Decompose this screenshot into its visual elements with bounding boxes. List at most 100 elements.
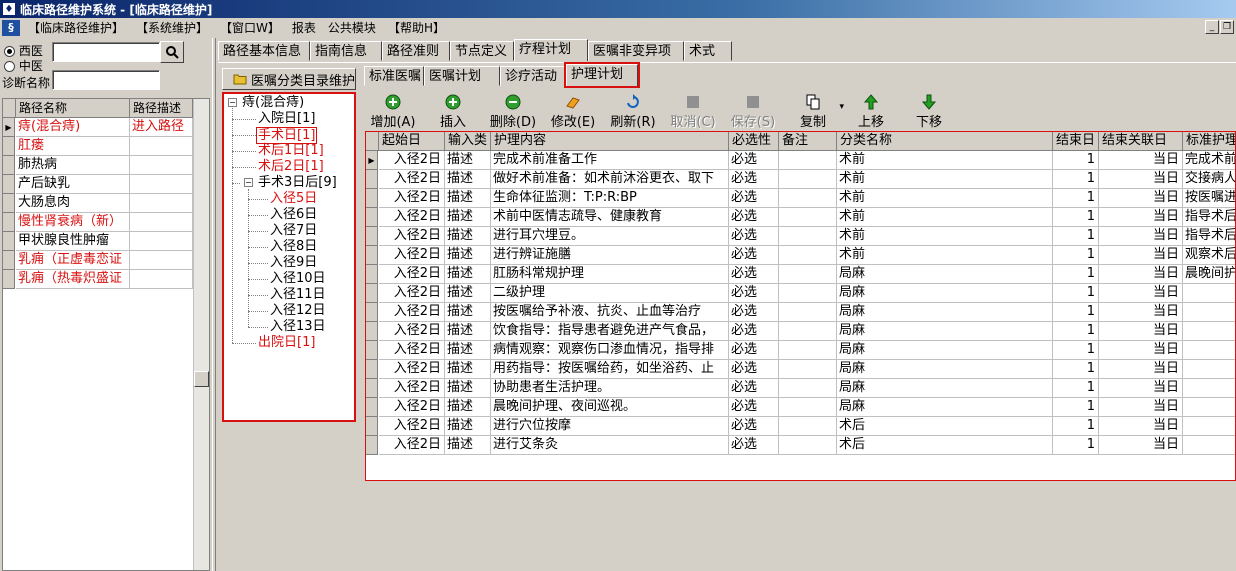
start-day-cell[interactable]: 入径2日 — [379, 246, 445, 265]
tree-node-4-2[interactable]: 入径7日 — [270, 223, 317, 238]
standard-care-cell[interactable] — [1183, 398, 1235, 417]
start-day-cell[interactable]: 入径2日 — [379, 398, 445, 417]
remark-cell[interactable] — [779, 360, 837, 379]
row-indicator[interactable] — [366, 341, 378, 360]
end-day-cell[interactable]: 1 — [1053, 436, 1099, 455]
sub-tab-3[interactable]: 护理计划 — [564, 62, 640, 88]
path-desc-cell[interactable] — [130, 251, 193, 270]
input-type-cell[interactable]: 描述 — [445, 360, 491, 379]
tree-collapse-icon[interactable]: − — [228, 98, 237, 107]
row-indicator[interactable] — [366, 227, 378, 246]
toolbar-button-cancel[interactable]: 取消(C) — [666, 92, 720, 130]
diagnosis-input[interactable] — [52, 70, 160, 90]
input-type-cell[interactable]: 描述 — [445, 151, 491, 170]
toolbar-button-edit[interactable]: 修改(E) — [546, 92, 600, 130]
category-cell[interactable]: 局麻 — [837, 360, 1053, 379]
end-related-day-cell[interactable]: 当日 — [1099, 379, 1183, 398]
start-day-cell[interactable]: 入径2日 — [379, 265, 445, 284]
row-indicator[interactable] — [3, 232, 15, 251]
standard-care-cell[interactable]: 按医嘱进 — [1183, 189, 1235, 208]
path-name-cell[interactable]: 肛瘘 — [16, 137, 130, 156]
restore-icon[interactable]: ❐ — [1220, 20, 1234, 34]
row-indicator[interactable] — [366, 170, 378, 189]
row-indicator[interactable] — [366, 398, 378, 417]
end-day-cell[interactable]: 1 — [1053, 417, 1099, 436]
remark-cell[interactable] — [779, 322, 837, 341]
input-type-cell[interactable]: 描述 — [445, 379, 491, 398]
path-desc-cell[interactable] — [130, 270, 193, 289]
start-day-cell[interactable]: 入径2日 — [379, 227, 445, 246]
category-cell[interactable]: 局麻 — [837, 284, 1053, 303]
start-day-cell[interactable]: 入径2日 — [379, 322, 445, 341]
scrollbar-thumb[interactable] — [194, 371, 209, 387]
end-related-day-cell[interactable]: 当日 — [1099, 360, 1183, 379]
input-type-cell[interactable]: 描述 — [445, 227, 491, 246]
required-cell[interactable]: 必选 — [729, 151, 779, 170]
path-name-cell[interactable]: 甲状腺良性肿瘤 — [16, 232, 130, 251]
end-related-day-cell[interactable]: 当日 — [1099, 341, 1183, 360]
path-name-cell[interactable]: 慢性肾衰病（新） — [16, 213, 130, 232]
care-content-cell[interactable]: 二级护理 — [491, 284, 729, 303]
row-indicator[interactable] — [366, 189, 378, 208]
start-day-cell[interactable]: 入径2日 — [379, 341, 445, 360]
start-day-cell[interactable]: 入径2日 — [379, 360, 445, 379]
remark-cell[interactable] — [779, 189, 837, 208]
tree-node-3[interactable]: 术后2日[1] — [258, 159, 324, 174]
standard-care-cell[interactable]: 完成术前 — [1183, 151, 1235, 170]
tree-collapse-icon[interactable]: − — [244, 178, 253, 187]
main-tab-0[interactable]: 路径基本信息 — [218, 41, 310, 61]
row-indicator[interactable] — [366, 284, 378, 303]
required-cell[interactable]: 必选 — [729, 284, 779, 303]
category-cell[interactable]: 局麻 — [837, 379, 1053, 398]
start-day-cell[interactable]: 入径2日 — [379, 379, 445, 398]
row-indicator[interactable] — [366, 322, 378, 341]
end-related-day-cell[interactable]: 当日 — [1099, 322, 1183, 341]
care-content-cell[interactable]: 按医嘱给予补液、抗炎、止血等治疗 — [491, 303, 729, 322]
input-type-cell[interactable]: 描述 — [445, 303, 491, 322]
remark-cell[interactable] — [779, 379, 837, 398]
end-related-day-cell[interactable]: 当日 — [1099, 303, 1183, 322]
category-cell[interactable]: 术后 — [837, 436, 1053, 455]
row-indicator[interactable]: ▶ — [3, 118, 15, 137]
row-indicator[interactable] — [366, 360, 378, 379]
row-indicator[interactable] — [3, 213, 15, 232]
start-day-cell[interactable]: 入径2日 — [379, 436, 445, 455]
required-cell[interactable]: 必选 — [729, 436, 779, 455]
end-day-cell[interactable]: 1 — [1053, 360, 1099, 379]
end-day-cell[interactable]: 1 — [1053, 170, 1099, 189]
end-related-day-cell[interactable]: 当日 — [1099, 265, 1183, 284]
care-content-cell[interactable]: 协助患者生活护理。 — [491, 379, 729, 398]
toolbar-button-refresh[interactable]: 刷新(R) — [606, 92, 660, 130]
column-header-path-desc[interactable]: 路径描述 — [130, 99, 193, 118]
tree-node-2[interactable]: 术后1日[1] — [258, 143, 324, 158]
sub-tab-1[interactable]: 医嘱计划 — [424, 66, 500, 86]
care-content-cell[interactable]: 做好术前准备：如术前沐浴更衣、取下 — [491, 170, 729, 189]
toolbar-button-up-arrow[interactable]: 上移 — [844, 92, 898, 130]
input-type-cell[interactable]: 描述 — [445, 246, 491, 265]
row-indicator[interactable] — [3, 251, 15, 270]
end-day-cell[interactable]: 1 — [1053, 227, 1099, 246]
search-input[interactable] — [52, 42, 160, 62]
category-cell[interactable]: 术前 — [837, 227, 1053, 246]
care-content-cell[interactable]: 生命体征监测：T:P:R:BP — [491, 189, 729, 208]
row-indicator[interactable] — [366, 208, 378, 227]
column-header-start-day[interactable]: 起始日 — [379, 132, 445, 151]
row-indicator[interactable] — [3, 156, 15, 175]
menu-item-pathway[interactable]: 【临床路径维护】 — [22, 19, 130, 37]
main-tab-2[interactable]: 路径准则 — [382, 41, 450, 61]
tree-node-4[interactable]: 手术3日后[9] — [258, 175, 337, 190]
standard-care-cell[interactable] — [1183, 379, 1235, 398]
tree-node-4-7[interactable]: 入径12日 — [270, 303, 326, 318]
path-desc-cell[interactable] — [130, 137, 193, 156]
required-cell[interactable]: 必选 — [729, 417, 779, 436]
column-header-input-type[interactable]: 输入类 — [445, 132, 491, 151]
category-cell[interactable]: 局麻 — [837, 303, 1053, 322]
sub-tab-2[interactable]: 诊疗活动 — [500, 66, 566, 86]
care-content-cell[interactable]: 肛肠科常规护理 — [491, 265, 729, 284]
menu-item-common[interactable]: 公共模块 — [322, 19, 382, 37]
minimize-icon[interactable]: _ — [1205, 20, 1219, 34]
start-day-cell[interactable]: 入径2日 — [379, 284, 445, 303]
required-cell[interactable]: 必选 — [729, 341, 779, 360]
standard-care-cell[interactable] — [1183, 341, 1235, 360]
row-indicator[interactable] — [3, 194, 15, 213]
